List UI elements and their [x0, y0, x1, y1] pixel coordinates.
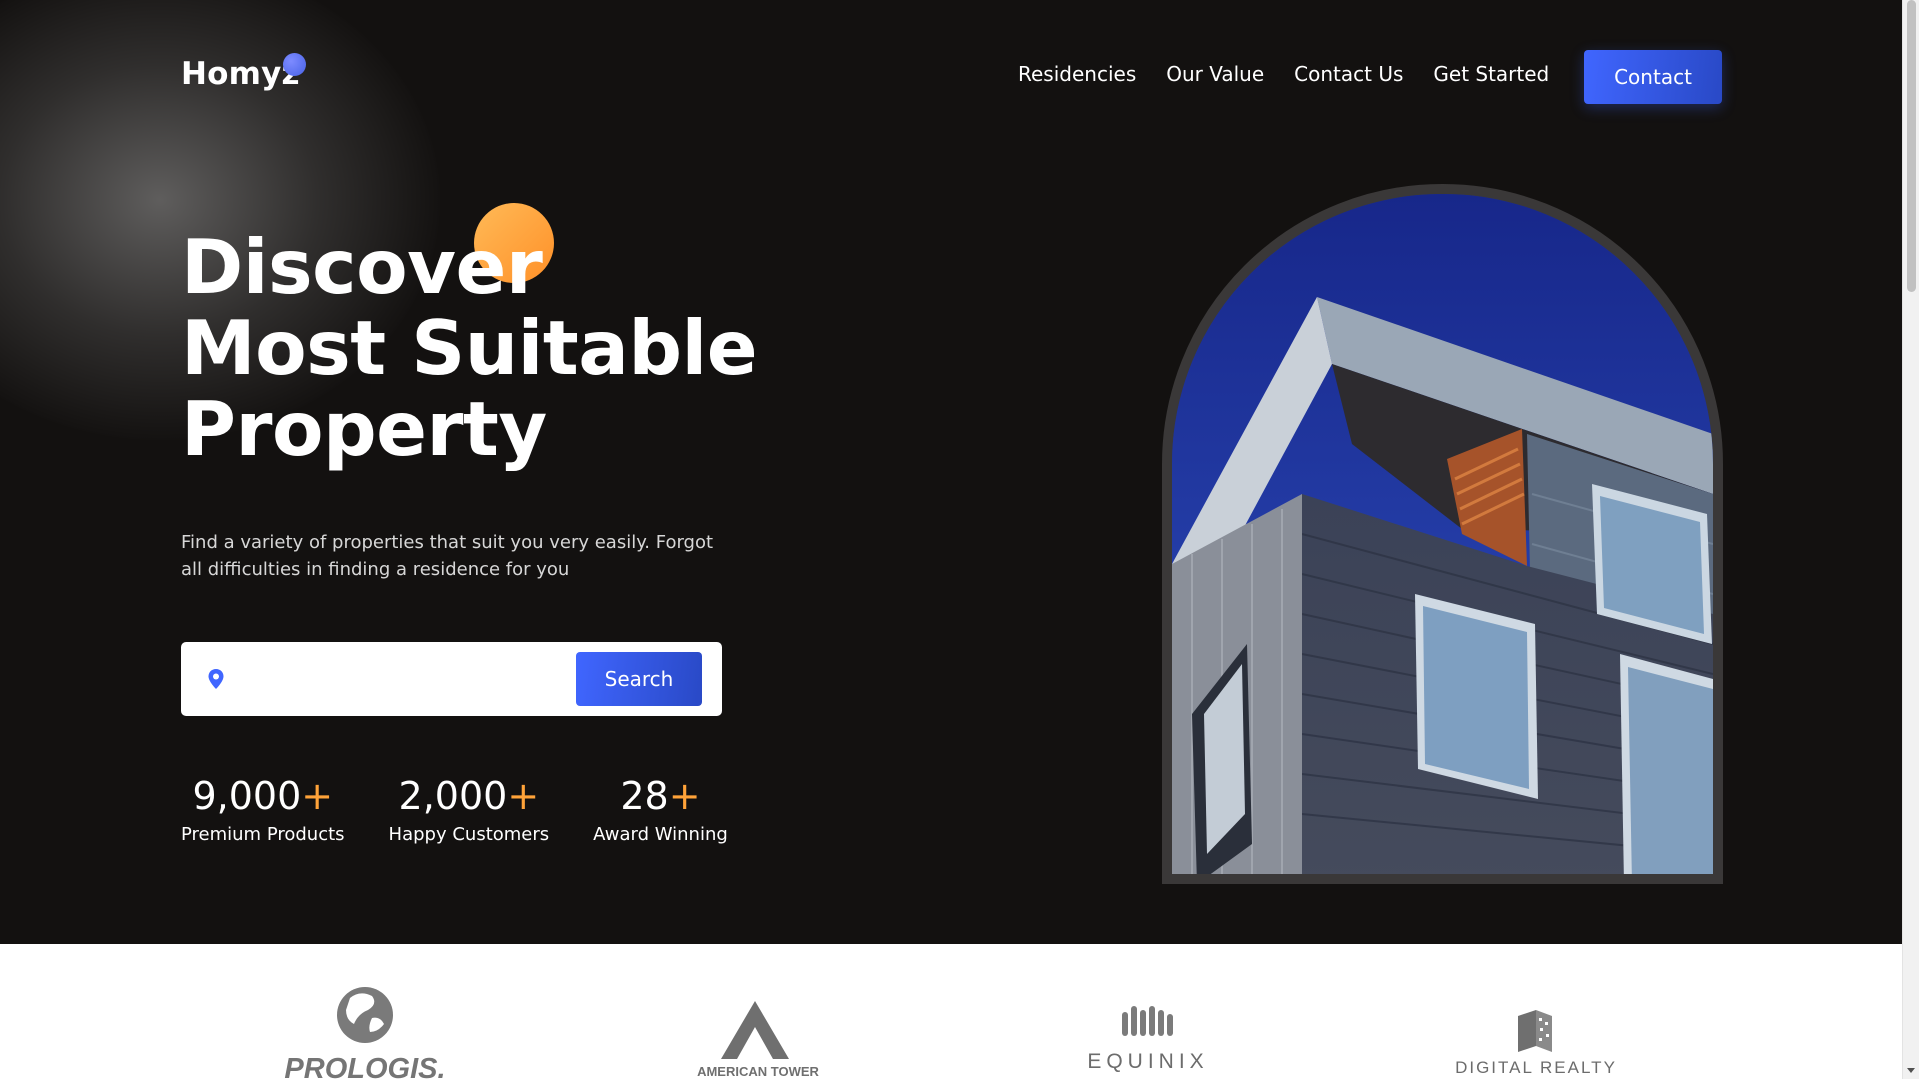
scrollbar-thumb[interactable] [1907, 0, 1916, 292]
search-bar: Search [181, 642, 722, 716]
search-input[interactable] [241, 658, 531, 700]
company-name: DIGITAL REALTY [1455, 1058, 1617, 1077]
company-logo-digital-realty: DIGITAL REALTY [1446, 1008, 1626, 1078]
stat-plus: + [668, 774, 701, 818]
stat-number: 28 [620, 774, 669, 818]
hero-title: Discover Most Suitable Property [181, 223, 758, 473]
stat-value: 9,000+ [192, 772, 333, 820]
stat-label: Premium Products [181, 824, 345, 845]
company-name: AMERICAN TOWER [697, 1064, 819, 1079]
stat-premium-products: 9,000+ Premium Products [181, 772, 345, 845]
vertical-scrollbar[interactable] [1902, 0, 1919, 1079]
contact-button[interactable]: Contact [1584, 50, 1722, 104]
stat-number: 9,000 [192, 774, 302, 818]
company-logo-equinix: EQUINIX [1080, 1002, 1220, 1073]
building-illustration [1172, 194, 1713, 874]
companies-strip: PROLOGIS. AMERICAN TOWER EQUINIX DIGITAL… [0, 944, 1902, 1079]
hero-section: Homyz Residencies Our Value Contact Us G… [0, 0, 1902, 944]
stats: 9,000+ Premium Products 2,000+ Happy Cus… [181, 772, 728, 845]
company-logo-prologis: PROLOGIS. [280, 980, 450, 1079]
scroll-down-arrow-icon[interactable] [1907, 1068, 1915, 1073]
stat-value: 2,000+ [399, 772, 540, 820]
logo-dot [283, 53, 306, 76]
nav-contact-us[interactable]: Contact Us [1294, 62, 1403, 86]
company-logo-american-tower: AMERICAN TOWER [668, 999, 848, 1079]
hero-building-image [1162, 184, 1723, 884]
search-button[interactable]: Search [576, 652, 702, 706]
stat-award-winning: 28+ Award Winning [593, 772, 728, 845]
nav-our-value[interactable]: Our Value [1166, 62, 1264, 86]
nav-get-started[interactable]: Get Started [1433, 62, 1549, 86]
stat-plus: + [507, 774, 540, 818]
stat-label: Award Winning [593, 824, 728, 845]
company-name: PROLOGIS. [284, 1053, 445, 1079]
stat-plus: + [301, 774, 334, 818]
stat-number: 2,000 [398, 774, 508, 818]
stat-happy-customers: 2,000+ Happy Customers [389, 772, 550, 845]
hero-subtitle: Find a variety of properties that suit y… [181, 532, 714, 580]
company-name: EQUINIX [1087, 1050, 1208, 1072]
stat-label: Happy Customers [388, 824, 550, 845]
nav-residencies[interactable]: Residencies [1018, 62, 1136, 86]
page: Homyz Residencies Our Value Contact Us G… [0, 0, 1919, 1079]
hero-title-line: Discover [181, 223, 543, 311]
hero-title-line: Most Suitable [181, 304, 758, 392]
main-nav: Residencies Our Value Contact Us Get Sta… [1018, 62, 1549, 86]
hero-title-line: Property [181, 385, 547, 473]
logo[interactable]: Homyz [181, 56, 300, 92]
location-pin-icon [204, 667, 228, 691]
stat-value: 28+ [620, 772, 700, 820]
